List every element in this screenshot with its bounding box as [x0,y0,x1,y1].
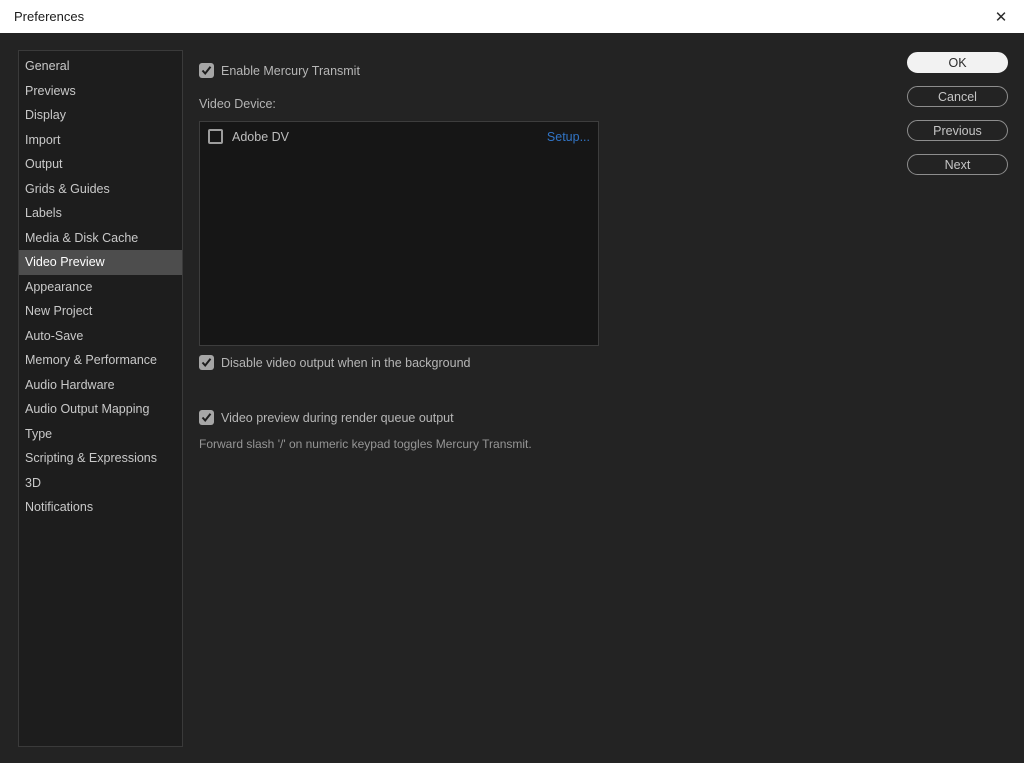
enable-mercury-transmit-row: Enable Mercury Transmit [199,63,360,78]
disable-background-row: Disable video output when in the backgro… [199,355,470,370]
sidebar-item-appearance[interactable]: Appearance [19,275,182,300]
next-button[interactable]: Next [907,154,1008,175]
cancel-button[interactable]: Cancel [907,86,1008,107]
sidebar-item-notifications[interactable]: Notifications [19,495,182,520]
render-queue-checkbox[interactable] [199,410,214,425]
device-name: Adobe DV [232,130,289,144]
check-icon [201,357,212,368]
mercury-transmit-hint: Forward slash '/' on numeric keypad togg… [199,437,532,451]
ok-button[interactable]: OK [907,52,1008,73]
preferences-dialog: General Previews Display Import Output G… [0,33,1024,763]
sidebar-item-display[interactable]: Display [19,103,182,128]
sidebar-item-previews[interactable]: Previews [19,79,182,104]
sidebar-item-type[interactable]: Type [19,422,182,447]
dialog-title: Preferences [14,9,84,24]
sidebar-item-memory-performance[interactable]: Memory & Performance [19,348,182,373]
enable-mercury-transmit-label: Enable Mercury Transmit [221,64,360,78]
device-row-adobe-dv: Adobe DV Setup... [200,122,598,144]
sidebar-item-scripting-expressions[interactable]: Scripting & Expressions [19,446,182,471]
check-icon [201,65,212,76]
disable-background-checkbox[interactable] [199,355,214,370]
adobe-dv-checkbox[interactable] [208,129,223,144]
enable-mercury-transmit-checkbox[interactable] [199,63,214,78]
sidebar-item-import[interactable]: Import [19,128,182,153]
dialog-buttons: OK Cancel Previous Next [907,52,1008,175]
check-icon [201,412,212,423]
sidebar-item-general[interactable]: General [19,54,182,79]
sidebar-item-audio-output-mapping[interactable]: Audio Output Mapping [19,397,182,422]
video-device-list: Adobe DV Setup... [199,121,599,346]
sidebar-item-output[interactable]: Output [19,152,182,177]
close-icon[interactable]: ✕ [990,6,1012,28]
sidebar-item-auto-save[interactable]: Auto-Save [19,324,182,349]
video-device-label: Video Device: [199,97,276,111]
dialog-titlebar: Preferences ✕ [0,0,1024,33]
sidebar-item-media-disk-cache[interactable]: Media & Disk Cache [19,226,182,251]
setup-link[interactable]: Setup... [547,130,590,144]
disable-background-label: Disable video output when in the backgro… [221,356,470,370]
sidebar-item-labels[interactable]: Labels [19,201,182,226]
sidebar-item-new-project[interactable]: New Project [19,299,182,324]
sidebar-item-grids-guides[interactable]: Grids & Guides [19,177,182,202]
render-queue-label: Video preview during render queue output [221,411,454,425]
sidebar-item-video-preview[interactable]: Video Preview [19,250,182,275]
render-queue-row: Video preview during render queue output [199,410,454,425]
sidebar-item-audio-hardware[interactable]: Audio Hardware [19,373,182,398]
preferences-category-list: General Previews Display Import Output G… [18,50,183,747]
previous-button[interactable]: Previous [907,120,1008,141]
sidebar-item-3d[interactable]: 3D [19,471,182,496]
